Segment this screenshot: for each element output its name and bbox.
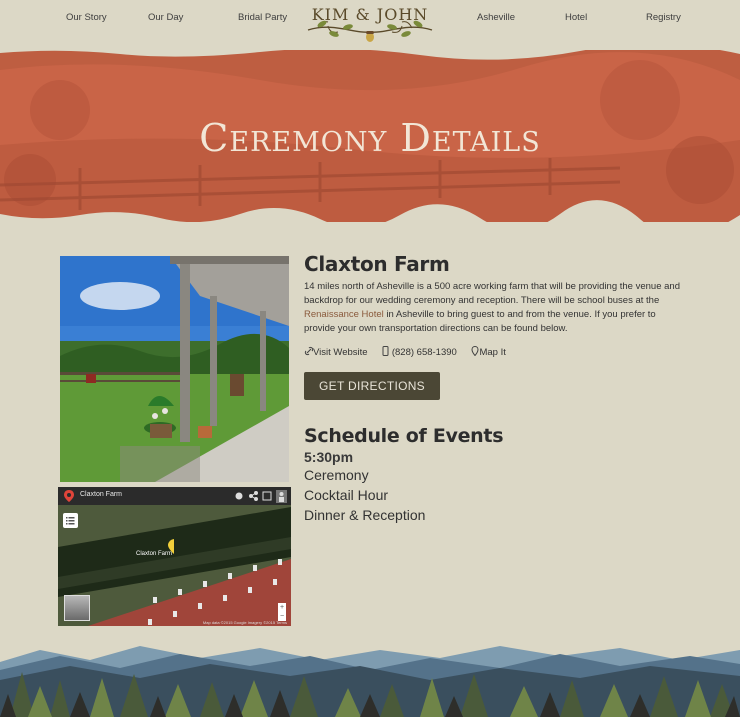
- street-view-thumb[interactable]: [64, 595, 90, 621]
- schedule-section: Schedule of Events 5:30pm Ceremony Cockt…: [304, 425, 504, 525]
- share-icon: [249, 491, 258, 501]
- map-pin-label: Claxton Farm: [136, 551, 173, 557]
- get-directions-button[interactable]: GET DIRECTIONS: [304, 372, 440, 400]
- list-icon: [66, 517, 75, 525]
- nav-asheville[interactable]: Asheville: [477, 12, 515, 23]
- phone-icon: [382, 346, 389, 356]
- nav-our-day[interactable]: Our Day: [148, 12, 183, 23]
- hotel-link[interactable]: Renaissance Hotel: [304, 309, 384, 320]
- farm-porch-image: [60, 256, 289, 482]
- nav-our-story[interactable]: Our Story: [66, 12, 107, 23]
- venue-meta: Visit Website (828) 658-1390 Map It: [304, 345, 518, 358]
- venue-section: Claxton Farm 14 miles north of Asheville…: [304, 252, 689, 336]
- venue-name: Claxton Farm: [304, 252, 450, 276]
- schedule-heading: Schedule of Events: [304, 425, 504, 447]
- schedule-event: Ceremony: [304, 467, 369, 483]
- schedule-time: 5:30pm: [304, 449, 354, 465]
- hero-banner: Ceremony Details: [0, 50, 740, 222]
- map-attribution: Map data ©2015 Google Imagery ©2015 Term…: [202, 620, 287, 625]
- info-icon: [235, 492, 243, 500]
- nav-hotel[interactable]: Hotel: [565, 12, 587, 23]
- logo-branch-icon: [307, 20, 433, 42]
- link-icon: [304, 346, 314, 356]
- embedded-map[interactable]: Claxton Farm Claxton Farm + − Map data ©2…: [58, 487, 291, 626]
- schedule-event: Dinner & Reception: [304, 507, 426, 523]
- nav-registry[interactable]: Registry: [646, 12, 681, 23]
- footer-mountains-image: [0, 646, 740, 717]
- page-title: Ceremony Details: [199, 116, 541, 160]
- satellite-image: [58, 487, 291, 626]
- phone-number[interactable]: (828) 658-1390: [382, 346, 459, 358]
- top-nav: Our Story Our Day Bridal Party KIM & JOH…: [0, 0, 740, 48]
- map-it-link[interactable]: Map It: [471, 345, 506, 358]
- nav-bridal-party[interactable]: Bridal Party: [238, 12, 287, 23]
- visit-website-link[interactable]: Visit Website: [304, 346, 370, 358]
- site-logo[interactable]: KIM & JOHN: [304, 2, 436, 46]
- zoom-control[interactable]: + −: [278, 603, 286, 621]
- map-list-button[interactable]: [63, 513, 78, 528]
- venue-photo: [60, 256, 289, 482]
- schedule-event: Cocktail Hour: [304, 487, 389, 503]
- venue-description: 14 miles north of Asheville is a 500 acr…: [304, 281, 680, 334]
- map-header: Claxton Farm: [58, 487, 291, 505]
- fullscreen-icon: [262, 491, 272, 501]
